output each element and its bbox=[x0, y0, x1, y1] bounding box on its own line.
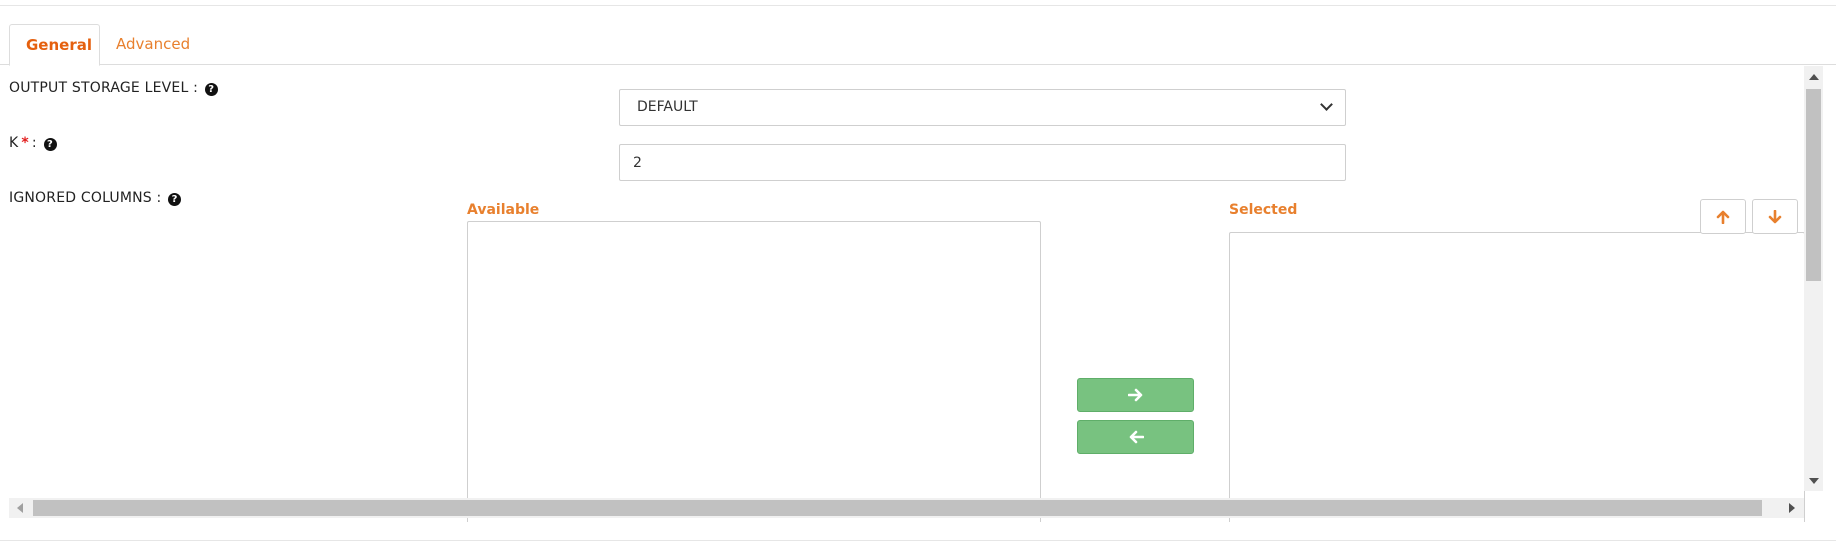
arrow-down-icon bbox=[1768, 209, 1782, 223]
top-divider bbox=[0, 5, 1836, 6]
arrow-right-icon bbox=[1127, 388, 1142, 402]
output-storage-level-label: OUTPUT STORAGE LEVEL : ? bbox=[9, 80, 218, 96]
k-input[interactable] bbox=[619, 144, 1346, 181]
scroll-up-icon[interactable] bbox=[1809, 74, 1819, 80]
question-circle-icon[interactable]: ? bbox=[168, 193, 182, 206]
ignored-columns-label-text: IGNORED COLUMNS : bbox=[9, 190, 162, 206]
scroll-right-icon[interactable] bbox=[1789, 503, 1795, 513]
vertical-scroll-thumb[interactable] bbox=[1806, 89, 1821, 281]
move-left-button[interactable] bbox=[1077, 420, 1194, 454]
arrow-left-icon bbox=[1129, 430, 1144, 444]
output-storage-level-label-text: OUTPUT STORAGE LEVEL : bbox=[9, 80, 199, 96]
chevron-down-icon bbox=[1320, 98, 1333, 111]
question-circle-icon[interactable]: ? bbox=[204, 83, 218, 96]
available-columns-list[interactable] bbox=[467, 221, 1041, 522]
bottom-divider bbox=[0, 540, 1836, 541]
horizontal-scrollbar[interactable] bbox=[9, 498, 1804, 518]
tab-bar: General Advanced bbox=[0, 24, 1836, 66]
output-storage-level-value: DEFAULT bbox=[637, 99, 698, 115]
scroll-down-icon[interactable] bbox=[1809, 478, 1819, 484]
k-label-suffix: : bbox=[31, 135, 37, 151]
required-mark: * bbox=[21, 135, 29, 151]
available-heading: Available bbox=[467, 202, 540, 218]
vertical-scrollbar[interactable] bbox=[1804, 66, 1823, 491]
tab-general[interactable]: General bbox=[9, 24, 100, 66]
move-right-button[interactable] bbox=[1077, 378, 1194, 412]
selected-heading: Selected bbox=[1229, 202, 1298, 218]
horizontal-scroll-thumb[interactable] bbox=[33, 500, 1762, 516]
question-circle-icon[interactable]: ? bbox=[43, 138, 57, 151]
k-label: K *: ? bbox=[9, 135, 57, 151]
tab-advanced[interactable]: Advanced bbox=[100, 24, 200, 65]
general-panel: OUTPUT STORAGE LEVEL : ? DEFAULT K*: ? I… bbox=[0, 66, 1836, 522]
output-storage-level-select[interactable]: DEFAULT bbox=[619, 89, 1346, 126]
selected-columns-list[interactable] bbox=[1229, 232, 1805, 522]
scroll-left-icon[interactable] bbox=[17, 503, 23, 513]
arrow-up-icon bbox=[1716, 210, 1730, 224]
ignored-columns-label: IGNORED COLUMNS : ? bbox=[9, 190, 182, 206]
move-up-button[interactable] bbox=[1700, 199, 1746, 234]
move-down-button[interactable] bbox=[1752, 199, 1798, 234]
k-label-text: K bbox=[9, 135, 19, 151]
